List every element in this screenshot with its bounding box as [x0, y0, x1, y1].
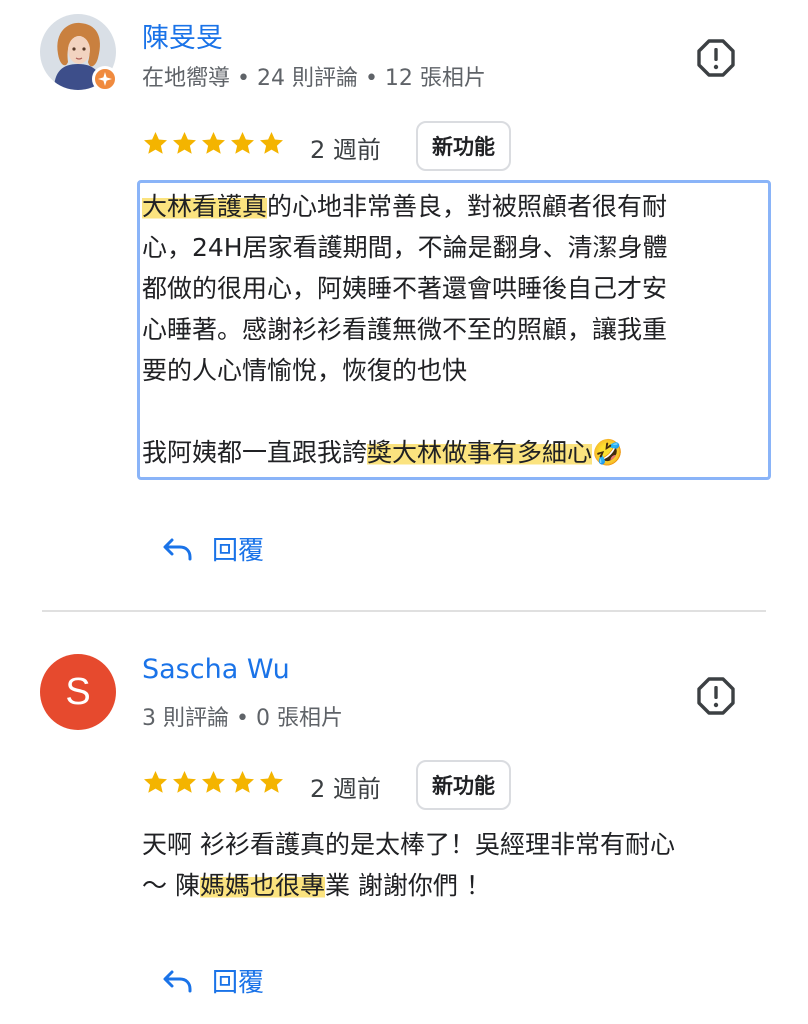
star-icon: [260, 132, 283, 154]
star-icon: [173, 771, 196, 793]
new-feature-button[interactable]: 新功能: [416, 760, 511, 810]
highlighted-text: 媽媽也很專: [199, 871, 325, 900]
star-icon: [144, 132, 167, 154]
highlighted-text: 獎大林做事有多細心: [367, 438, 593, 467]
star-icon: [173, 132, 196, 154]
new-feature-button[interactable]: 新功能: [416, 121, 511, 171]
avatar[interactable]: S: [40, 654, 116, 730]
reply-label: 回覆: [212, 968, 265, 998]
star-icon: [231, 771, 254, 793]
star-icon: [144, 771, 167, 793]
reviewer-meta: 3 則評論 • 0 張相片: [142, 706, 343, 731]
reply-button[interactable]: 回覆: [162, 962, 264, 999]
star-icon: [260, 771, 283, 793]
review-text-body: 的心地非常善良，對被照顧者很有耐 心，24H居家看護期間，不論是翻身、清潔身體 …: [142, 192, 668, 467]
reviewer-name[interactable]: Sascha Wu: [142, 654, 290, 685]
letter-avatar: S: [40, 654, 116, 730]
star-icon: [231, 132, 254, 154]
review-text-body: 業 謝謝你們 ！: [324, 871, 491, 900]
review-text[interactable]: 天啊 衫衫看護真的是太棒了！吳經理非常有耐心 ～ 陳媽媽也很專業 謝謝你們 ！: [142, 824, 675, 906]
report-flag-icon[interactable]: [696, 38, 736, 78]
reply-arrow-icon: [163, 538, 192, 560]
review-card: S Sascha Wu 3 則評論 • 0 張相片 2 週前 新功能 天啊 衫衫…: [0, 612, 808, 1024]
laughing-emoji: 🤣: [592, 438, 624, 467]
reviewer-meta: 在地嚮導 • 24 則評論 • 12 張相片: [142, 66, 486, 91]
reviewer-name[interactable]: 陳旻旻: [142, 16, 223, 55]
star-rating: [142, 769, 285, 796]
report-flag-icon[interactable]: [696, 676, 736, 716]
reply-label: 回覆: [212, 536, 265, 566]
star-rating: [142, 130, 285, 157]
review-text[interactable]: 大林看護真的心地非常善良，對被照顧者很有耐 心，24H居家看護期間，不論是翻身、…: [142, 186, 668, 473]
review-time: 2 週前: [310, 136, 381, 164]
avatar[interactable]: [40, 14, 118, 92]
review-card: 陳旻旻 在地嚮導 • 24 則評論 • 12 張相片 2 週前 新功能 大林看護…: [0, 0, 808, 610]
local-guide-badge-icon: [92, 66, 118, 92]
reply-arrow-icon: [163, 970, 192, 992]
reply-button[interactable]: 回覆: [162, 530, 264, 567]
star-icon: [202, 132, 225, 154]
review-time: 2 週前: [310, 775, 381, 803]
highlighted-text: 大林看護真: [142, 192, 268, 221]
star-icon: [202, 771, 225, 793]
